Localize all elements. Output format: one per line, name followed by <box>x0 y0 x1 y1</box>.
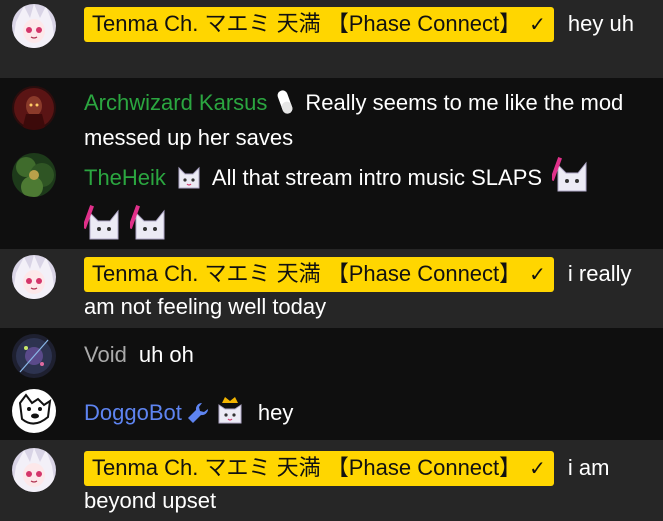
author-name: Tenma Ch. マエミ 天満 【Phase Connect】 <box>92 11 522 36</box>
avatar[interactable] <box>12 334 56 378</box>
author-name[interactable]: Archwizard Karsus <box>84 90 267 115</box>
owner-author-badge[interactable]: Tenma Ch. マエミ 天満 【Phase Connect】 ✓ <box>84 7 554 42</box>
crown-cat-badge-icon <box>216 395 244 433</box>
author-name: Tenma Ch. マエミ 天満 【Phase Connect】 <box>92 261 522 286</box>
avatar[interactable] <box>12 448 56 492</box>
chat-feed: Tenma Ch. マエミ 天満 【Phase Connect】 ✓ hey uh … <box>0 0 663 521</box>
author-name: Tenma Ch. マエミ 天満 【Phase Connect】 <box>92 455 522 480</box>
message-text: uh oh <box>138 342 194 367</box>
avatar[interactable] <box>12 4 56 48</box>
wrench-icon <box>186 401 210 433</box>
message-text: All that stream intro music SLAPS <box>211 165 543 190</box>
author-name[interactable]: TheHeik <box>84 165 166 190</box>
author-name[interactable]: Void <box>84 342 127 367</box>
pill-badge-icon <box>277 89 293 123</box>
cat-badge-icon <box>176 164 202 198</box>
check-icon: ✓ <box>529 458 546 480</box>
chat-message: Tenma Ch. マエミ 天満 【Phase Connect】 ✓ i am be… <box>0 440 663 521</box>
owner-author-badge[interactable]: Tenma Ch. マエミ 天満 【Phase Connect】 ✓ <box>84 257 554 292</box>
author-name[interactable]: DoggoBot <box>84 400 182 425</box>
owner-author-badge[interactable]: Tenma Ch. マエミ 天満 【Phase Connect】 ✓ <box>84 451 554 486</box>
chat-message: Archwizard Karsus Really seems to me like… <box>0 78 663 150</box>
avatar[interactable] <box>12 255 56 299</box>
tenma-slaps-emote <box>550 153 592 201</box>
chat-message: DoggoBot hey <box>0 383 663 440</box>
avatar[interactable] <box>12 389 56 433</box>
chat-message: TheHeik All that stream intro music SLAPS <box>0 147 663 249</box>
message-text: hey <box>257 400 294 425</box>
chat-message: Void uh oh <box>0 328 663 383</box>
message-text: hey uh <box>567 11 634 36</box>
check-icon: ✓ <box>529 264 546 286</box>
tenma-slaps-emote <box>128 201 170 249</box>
check-icon: ✓ <box>529 14 546 36</box>
chat-message: Tenma Ch. マエミ 天満 【Phase Connect】 ✓ i reall… <box>0 249 663 328</box>
avatar[interactable] <box>12 86 56 130</box>
chat-message: Tenma Ch. マエミ 天満 【Phase Connect】 ✓ hey uh <box>0 0 663 78</box>
tenma-slaps-emote <box>82 201 124 249</box>
avatar[interactable] <box>12 153 56 197</box>
